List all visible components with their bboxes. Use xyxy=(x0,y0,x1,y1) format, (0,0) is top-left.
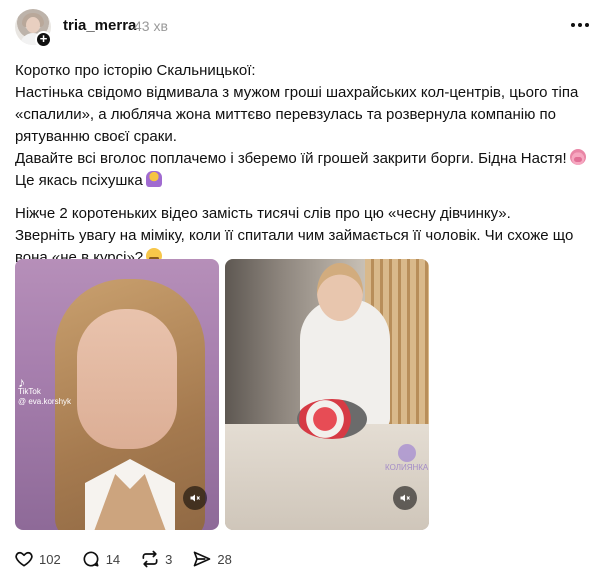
repost-icon xyxy=(142,550,158,568)
comment-count: 14 xyxy=(105,551,121,567)
more-options-icon[interactable] xyxy=(569,18,591,32)
heart-icon xyxy=(15,551,33,567)
channel-watermark: КОЛИЯНКА xyxy=(385,444,428,472)
tiktok-label: TikTok xyxy=(18,387,41,396)
share-button[interactable]: 28 xyxy=(192,549,232,569)
mute-button[interactable] xyxy=(393,486,417,510)
like-count: 102 xyxy=(39,551,61,567)
repost-count: 3 xyxy=(165,551,173,567)
text-line: Ніжче 2 коротеньких відео замість тисячі… xyxy=(15,205,511,222)
mute-button[interactable] xyxy=(183,486,207,510)
post-actions: 102 14 3 28 xyxy=(14,548,252,570)
watermark-text: КОЛИЯНКА xyxy=(385,463,429,472)
comment-button[interactable]: 14 xyxy=(81,549,120,569)
comment-bubble-icon xyxy=(83,551,99,567)
share-count: 28 xyxy=(217,551,232,567)
username[interactable]: tria_merra xyxy=(63,17,136,34)
repost-button[interactable]: 3 xyxy=(140,549,172,569)
like-button[interactable]: 102 xyxy=(14,549,61,569)
send-icon xyxy=(194,551,211,567)
follow-plus-icon[interactable]: + xyxy=(35,31,52,48)
text-line: рятуванню своєї сраки. xyxy=(15,128,177,145)
text-line: Настінька свідомо відмивала з мужом грош… xyxy=(15,84,579,101)
post-header: + tria_merra 43 хв xyxy=(0,0,608,54)
post-paragraph-1: Коротко про історію Скальницької: Настін… xyxy=(15,60,595,192)
post-time[interactable]: 43 хв xyxy=(134,18,168,34)
text-line: Це якась псіхушка xyxy=(15,172,143,189)
tiktok-watermark: ♪ TikTok @ eva.korshyk xyxy=(18,374,72,407)
tiktok-handle: @ eva.korshyk xyxy=(18,397,72,406)
pig-emoji-icon xyxy=(569,149,586,165)
tiktok-logo-icon: ♪ xyxy=(18,374,25,390)
text-line: Давайте всі вголос поплачемо і зберемо ї… xyxy=(15,150,567,167)
video-thumbnail-1[interactable]: ♪ TikTok @ eva.korshyk xyxy=(15,259,219,530)
shrug-emoji-icon xyxy=(145,171,162,187)
post-text: Коротко про історію Скальницької: Настін… xyxy=(15,60,595,269)
play-logo-icon xyxy=(397,444,416,462)
speaker-muted-icon xyxy=(190,494,200,502)
text-line: Зверніть увагу на міміку, коли її спитал… xyxy=(15,227,574,244)
speaker-muted-icon xyxy=(400,494,410,502)
text-line: «спалили», а люблячa жона миттєво перевз… xyxy=(15,106,557,123)
text-line: Коротко про історію Скальницької: xyxy=(15,62,256,79)
video-thumbnail-2[interactable]: КОЛИЯНКА xyxy=(225,259,429,530)
